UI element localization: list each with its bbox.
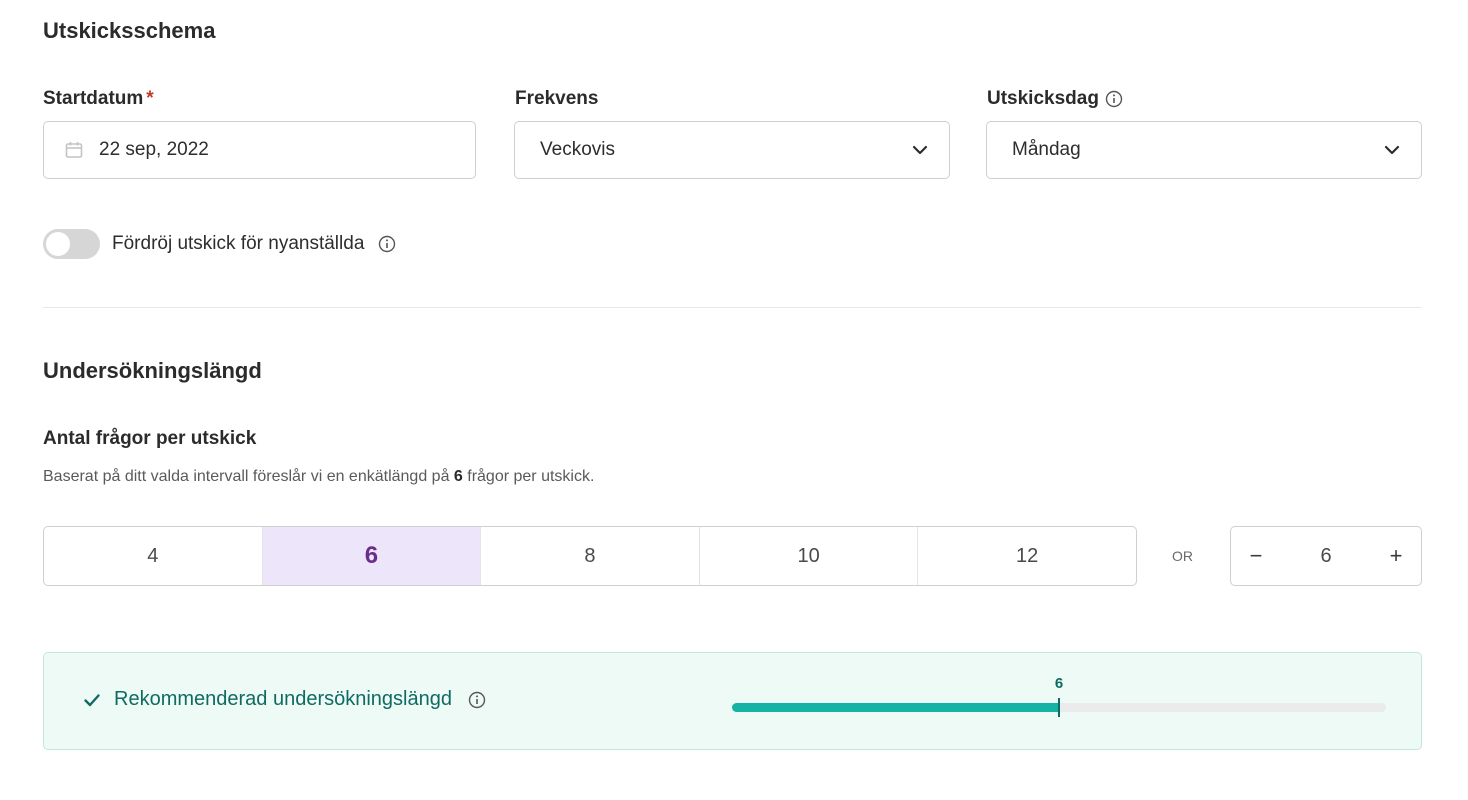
frequency-select[interactable]: Veckovis bbox=[514, 121, 950, 179]
option-8[interactable]: 8 bbox=[481, 527, 700, 585]
section-title-length: Undersökningslängd bbox=[43, 358, 262, 383]
questions-per-send-label: Antal frågor per utskick bbox=[43, 428, 257, 449]
send-day-label: Utskicksdag bbox=[987, 88, 1123, 110]
plus-button[interactable]: + bbox=[1371, 543, 1421, 569]
suggested-value: 6 bbox=[453, 468, 463, 485]
option-6[interactable]: 6 bbox=[262, 527, 482, 585]
minus-button[interactable]: − bbox=[1231, 543, 1281, 569]
toggle-knob bbox=[46, 232, 70, 256]
section-title-schedule: Utskicksschema bbox=[43, 18, 216, 43]
progress-marker bbox=[1058, 698, 1060, 717]
recommendation-label-row: Rekommenderad undersökningslängd bbox=[82, 688, 486, 711]
info-icon[interactable] bbox=[378, 235, 396, 253]
or-label: OR bbox=[1172, 548, 1193, 564]
send-day-select[interactable]: Måndag bbox=[986, 121, 1422, 179]
progress-fill bbox=[732, 703, 1059, 712]
chevron-down-icon bbox=[1384, 145, 1400, 155]
option-12[interactable]: 12 bbox=[918, 527, 1136, 585]
recommendation-progress: 6 bbox=[732, 675, 1386, 717]
required-mark: * bbox=[146, 88, 154, 109]
info-icon[interactable] bbox=[1105, 90, 1123, 108]
progress-marker-label: 6 bbox=[1054, 675, 1064, 692]
stepper-value[interactable]: 6 bbox=[1320, 545, 1331, 568]
check-icon bbox=[84, 693, 100, 706]
option-10[interactable]: 10 bbox=[700, 527, 919, 585]
suggestion-hint: Baserat på ditt valda intervall föreslår… bbox=[43, 468, 595, 485]
chevron-down-icon bbox=[912, 145, 928, 155]
frequency-label: Frekvens bbox=[515, 88, 599, 109]
start-date-value: 22 sep, 2022 bbox=[99, 139, 209, 160]
question-count-stepper: − 6 + bbox=[1230, 526, 1422, 586]
calendar-icon bbox=[65, 142, 83, 158]
info-icon[interactable] bbox=[468, 691, 486, 709]
delay-new-hires-label: Fördröj utskick för nyanställda bbox=[112, 233, 365, 254]
start-date-label: Startdatum * bbox=[43, 88, 154, 109]
send-day-value: Måndag bbox=[1012, 139, 1081, 160]
survey-settings-page: Utskicksschema Startdatum * 22 sep, 2022 … bbox=[0, 0, 1468, 800]
recommendation-box: Rekommenderad undersökningslängd 6 bbox=[43, 652, 1422, 750]
recommendation-label: Rekommenderad undersökningslängd bbox=[114, 688, 452, 710]
start-date-input[interactable]: 22 sep, 2022 bbox=[43, 121, 476, 179]
section-divider bbox=[43, 307, 1422, 308]
question-count-segmented-control: 4 6 8 10 12 bbox=[43, 526, 1137, 586]
delay-new-hires-toggle[interactable] bbox=[43, 229, 100, 259]
option-4[interactable]: 4 bbox=[44, 527, 263, 585]
frequency-value: Veckovis bbox=[540, 139, 615, 160]
delay-new-hires-row: Fördröj utskick för nyanställda bbox=[43, 229, 396, 259]
